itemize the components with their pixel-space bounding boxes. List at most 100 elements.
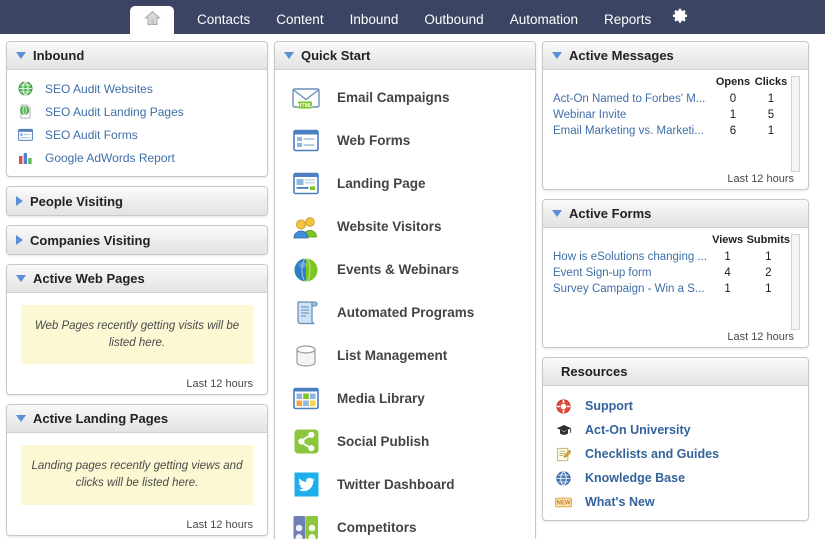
tab-outbound[interactable]: Outbound	[411, 12, 496, 34]
panel-active-landing-pages-title: Active Landing Pages	[33, 411, 169, 427]
clicks-value: 1	[767, 93, 775, 105]
quick-start-item-competitors[interactable]: Competitors	[275, 506, 535, 539]
tab-inbound[interactable]: Inbound	[337, 12, 412, 34]
quick-start-item-landing-page[interactable]: Landing Page	[275, 162, 535, 205]
link-checklists-and-guides[interactable]: Checklists and Guides	[543, 442, 808, 466]
link-label[interactable]: Act-On University	[585, 423, 691, 437]
form-name[interactable]: Event Sign-up form	[543, 265, 709, 281]
quick-start-item-website-visitors[interactable]: Website Visitors	[275, 205, 535, 248]
quick-start-item-list-management[interactable]: List Management	[275, 334, 535, 377]
bar-chart-icon	[17, 149, 34, 166]
chevron-right-icon	[16, 196, 23, 206]
table-row[interactable]: Act-On Named to Forbes' M... 0 1	[543, 91, 808, 107]
panel-active-web-pages-body: Web Pages recently getting visits will b…	[7, 305, 267, 394]
active-forms-table: Views Submits How is eSolutions changing…	[543, 234, 808, 297]
link-label[interactable]: What's New	[585, 495, 655, 509]
panel-active-landing-pages: Active Landing Pages Landing pages recen…	[6, 404, 268, 536]
link-label[interactable]: SEO Audit Forms	[45, 128, 138, 142]
panel-active-web-pages-title: Active Web Pages	[33, 271, 145, 286]
table-row[interactable]: Webinar Invite 1 5	[543, 107, 808, 123]
submits-value: 2	[765, 267, 772, 279]
table-row[interactable]: Email Marketing vs. Marketi... 6 1	[543, 123, 808, 139]
scrollbar[interactable]	[791, 76, 800, 172]
tab-reports[interactable]: Reports	[591, 12, 664, 34]
link-seo-audit-landing-pages[interactable]: SEO Audit Landing Pages	[7, 101, 267, 122]
quick-start-item-social-publish[interactable]: Social Publish	[275, 420, 535, 463]
settings-button[interactable]	[664, 8, 698, 34]
panel-people-visiting-header[interactable]: People Visiting	[7, 187, 267, 215]
quick-start-item-events-webinars[interactable]: Events & Webinars	[275, 248, 535, 291]
timestamp-label: Last 12 hours	[186, 378, 253, 391]
panel-inbound-body: SEO Audit Websites SEO Audit Landing Pag…	[7, 70, 267, 176]
link-google-adwords-report[interactable]: Google AdWords Report	[7, 147, 267, 168]
quick-start-item-label: Media Library	[337, 391, 425, 406]
link-knowledge-base[interactable]: Knowledge Base	[543, 466, 808, 490]
submits-value: 1	[765, 283, 772, 295]
table-row[interactable]: How is eSolutions changing ... 1 1	[543, 249, 808, 265]
quick-start-item-media-library[interactable]: Media Library	[275, 377, 535, 420]
quick-start-item-automated-programs[interactable]: Automated Programs	[275, 291, 535, 334]
right-column: Active Messages Opens Clicks Act-On Name…	[542, 41, 809, 530]
column-header-clicks: Clicks	[754, 76, 788, 88]
views-value: 4	[724, 267, 731, 279]
quick-start-item-label: Web Forms	[337, 133, 411, 148]
link-seo-audit-websites[interactable]: SEO Audit Websites	[7, 78, 267, 99]
database-icon	[291, 341, 321, 371]
chevron-down-icon	[16, 415, 26, 423]
column-header-name	[543, 234, 709, 249]
panel-inbound-header[interactable]: Inbound	[7, 42, 267, 70]
quick-start-item-label: Events & Webinars	[337, 262, 460, 277]
link-label[interactable]: Checklists and Guides	[585, 447, 719, 461]
views-value: 1	[724, 283, 731, 295]
left-column: Inbound SEO Audit Websites SEO Audit Lan…	[6, 41, 268, 539]
panel-quick-start: Quick Start HTML Email Campaigns Web For…	[274, 41, 536, 539]
link-label[interactable]: Google AdWords Report	[45, 151, 175, 165]
resources-list: Support Act-On University Checklists and…	[543, 386, 808, 520]
home-tab[interactable]	[130, 6, 174, 34]
timestamp-label: Last 12 hours	[186, 518, 253, 531]
table-row[interactable]: Event Sign-up form 4 2	[543, 265, 808, 281]
chevron-down-icon	[16, 52, 26, 59]
link-label[interactable]: Knowledge Base	[585, 471, 685, 485]
panel-resources: Resources Support Act-On University Chec…	[542, 357, 809, 521]
message-name[interactable]: Act-On Named to Forbes' M...	[543, 91, 714, 107]
web-form-icon	[291, 126, 321, 156]
quick-start-item-twitter-dashboard[interactable]: Twitter Dashboard	[275, 463, 535, 506]
link-whats-new[interactable]: NEW What's New	[543, 490, 808, 514]
media-grid-icon	[291, 384, 321, 414]
panel-active-forms-header[interactable]: Active Forms	[543, 200, 808, 228]
panel-companies-visiting-title: Companies Visiting	[30, 232, 151, 248]
timestamp-label: Last 12 hours	[727, 331, 794, 343]
tab-content[interactable]: Content	[263, 12, 336, 34]
quick-start-item-web-forms[interactable]: Web Forms	[275, 119, 535, 162]
quick-start-item-label: Twitter Dashboard	[337, 477, 455, 492]
quick-start-item-email-campaigns[interactable]: HTML Email Campaigns	[275, 76, 535, 119]
chevron-right-icon	[16, 235, 23, 245]
message-name[interactable]: Webinar Invite	[543, 107, 714, 123]
form-name[interactable]: Survey Campaign - Win a S...	[543, 281, 709, 297]
link-support[interactable]: Support	[543, 394, 808, 418]
panel-companies-visiting-header[interactable]: Companies Visiting	[7, 226, 267, 254]
link-label[interactable]: SEO Audit Websites	[45, 82, 153, 96]
link-label[interactable]: Support	[585, 399, 633, 413]
clicks-value: 5	[767, 109, 775, 121]
tab-automation[interactable]: Automation	[497, 12, 591, 34]
panel-active-landing-pages-body: Landing pages recently getting views and…	[7, 445, 267, 534]
scrollbar[interactable]	[791, 234, 800, 330]
people-icon	[291, 212, 321, 242]
table-row[interactable]: Survey Campaign - Win a S... 1 1	[543, 281, 808, 297]
panel-active-landing-pages-header[interactable]: Active Landing Pages	[7, 405, 267, 434]
panel-active-web-pages-header[interactable]: Active Web Pages	[7, 265, 267, 293]
message-name[interactable]: Email Marketing vs. Marketi...	[543, 123, 714, 139]
link-act-on-university[interactable]: Act-On University	[543, 418, 808, 442]
globe-info-icon	[555, 470, 572, 487]
scroll-icon	[291, 298, 321, 328]
link-label[interactable]: SEO Audit Landing Pages	[45, 105, 184, 119]
link-seo-audit-forms[interactable]: SEO Audit Forms	[7, 124, 267, 145]
form-name[interactable]: How is eSolutions changing ...	[543, 249, 709, 265]
panel-active-messages-header[interactable]: Active Messages	[543, 42, 808, 70]
panel-inbound-title: Inbound	[33, 48, 85, 63]
panel-quick-start-header[interactable]: Quick Start	[275, 42, 535, 70]
tab-contacts[interactable]: Contacts	[184, 12, 263, 34]
competitors-icon	[291, 513, 321, 539]
